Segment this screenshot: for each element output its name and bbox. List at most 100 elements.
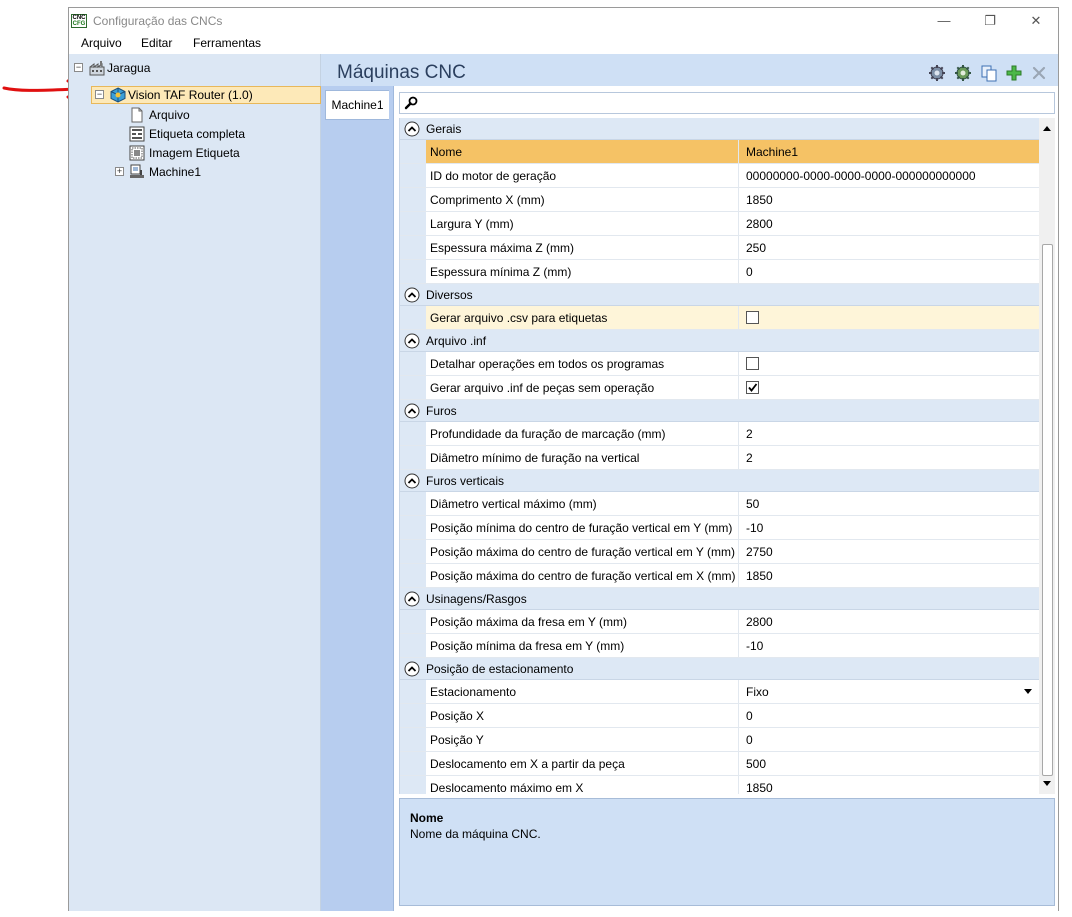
column-divider	[738, 680, 739, 703]
category-label: Furos verticais	[426, 474, 505, 488]
property-value[interactable]: 00000000-0000-0000-0000-000000000000	[746, 169, 976, 183]
category-row[interactable]: Arquivo .inf	[400, 330, 1039, 352]
scroll-down-icon[interactable]	[1043, 781, 1051, 786]
gear-refresh-icon[interactable]	[954, 64, 972, 82]
column-divider	[738, 140, 739, 163]
close-icon[interactable]	[1030, 64, 1048, 82]
property-value[interactable]: Machine1	[746, 145, 798, 159]
property-row[interactable]: Diâmetro mínimo de furação na vertical 2	[400, 446, 1039, 470]
property-value[interactable]: 1850	[746, 569, 773, 583]
label-form-icon	[129, 126, 145, 142]
property-name: Detalhar operações em todos os programas	[430, 357, 665, 371]
property-row[interactable]: Deslocamento em X a partir da peça 500	[400, 752, 1039, 776]
restore-button[interactable]: ❐	[967, 10, 1013, 32]
property-row[interactable]: ID do motor de geração 00000000-0000-0000…	[400, 164, 1039, 188]
property-value[interactable]: 0	[746, 709, 753, 723]
menu-editar[interactable]: Editar	[141, 36, 172, 50]
expand-icon[interactable]: +	[115, 167, 124, 176]
property-value[interactable]: -10	[746, 639, 763, 653]
property-value[interactable]: 2750	[746, 545, 773, 559]
property-value[interactable]: 50	[746, 497, 759, 511]
scroll-thumb[interactable]	[1042, 244, 1053, 776]
collapse-category-icon[interactable]	[404, 287, 420, 303]
category-row[interactable]: Furos	[400, 400, 1039, 422]
property-row[interactable]: Posição máxima da fresa em Y (mm) 2800	[400, 610, 1039, 634]
property-value[interactable]: 0	[746, 265, 753, 279]
property-value[interactable]: 2800	[746, 615, 773, 629]
property-row[interactable]: Gerar arquivo .inf de peças sem operação	[400, 376, 1039, 400]
property-row[interactable]: Espessura máxima Z (mm) 250	[400, 236, 1039, 260]
label-image-icon	[129, 145, 145, 161]
collapse-category-icon[interactable]	[404, 473, 420, 489]
property-value[interactable]: 250	[746, 241, 766, 255]
minimize-button[interactable]: —	[921, 10, 967, 32]
property-value[interactable]: Fixo	[746, 685, 769, 699]
property-row[interactable]: Profundidade da furação de marcação (mm)…	[400, 422, 1039, 446]
checkmark-icon	[748, 383, 758, 392]
gear-settings-icon[interactable]	[928, 64, 946, 82]
tab-machine1[interactable]: Machine1	[325, 90, 389, 120]
row-gutter	[400, 776, 426, 794]
property-row[interactable]: Diâmetro vertical máximo (mm) 50	[400, 492, 1039, 516]
property-name: Profundidade da furação de marcação (mm)	[430, 427, 666, 441]
property-value[interactable]: 500	[746, 757, 766, 771]
property-row[interactable]: Largura Y (mm) 2800	[400, 212, 1039, 236]
property-row[interactable]: Posição X 0	[400, 704, 1039, 728]
property-checkbox[interactable]	[746, 381, 759, 394]
category-row[interactable]: Posição de estacionamento	[400, 658, 1039, 680]
property-checkbox[interactable]	[746, 311, 759, 324]
copy-icon[interactable]	[980, 64, 998, 82]
collapse-icon[interactable]: −	[74, 63, 83, 72]
property-name: Estacionamento	[430, 685, 517, 699]
column-divider	[738, 446, 739, 469]
property-value[interactable]: 1850	[746, 193, 773, 207]
property-row[interactable]: Espessura mínima Z (mm) 0	[400, 260, 1039, 284]
property-value[interactable]: 2800	[746, 217, 773, 231]
app-window: CNC CFG Configuração das CNCs — ❐ ✕ Arqui…	[68, 7, 1059, 911]
vertical-scrollbar[interactable]	[1039, 118, 1055, 794]
collapse-category-icon[interactable]	[404, 333, 420, 349]
category-row[interactable]: Gerais	[400, 118, 1039, 140]
property-row[interactable]: Posição máxima do centro de furação vert…	[400, 564, 1039, 588]
property-row[interactable]: Gerar arquivo .csv para etiquetas	[400, 306, 1039, 330]
close-window-button[interactable]: ✕	[1013, 10, 1059, 32]
category-row[interactable]: Furos verticais	[400, 470, 1039, 492]
search-input[interactable]	[399, 92, 1055, 114]
collapse-category-icon[interactable]	[404, 403, 420, 419]
property-row[interactable]: Posição máxima do centro de furação vert…	[400, 540, 1039, 564]
add-icon[interactable]	[1005, 64, 1023, 82]
property-row[interactable]: Estacionamento Fixo	[400, 680, 1039, 704]
collapse-category-icon[interactable]	[404, 661, 420, 677]
property-row[interactable]: Nome Machine1	[400, 140, 1039, 164]
main-panel: Máquinas CNC Machine1 Gerais Nome Machin…	[321, 54, 1058, 911]
row-gutter	[400, 422, 426, 445]
dropdown-arrow-icon[interactable]	[1024, 689, 1032, 694]
row-gutter	[400, 352, 426, 375]
property-grid: Gerais Nome Machine1 ID do motor de geração…	[399, 118, 1039, 794]
property-row[interactable]: Posição mínima do centro de furação vert…	[400, 516, 1039, 540]
property-row[interactable]: Posição Y 0	[400, 728, 1039, 752]
menu-arquivo[interactable]: Arquivo	[81, 36, 122, 50]
menu-ferramentas[interactable]: Ferramentas	[193, 36, 261, 50]
property-row[interactable]: Detalhar operações em todos os programas	[400, 352, 1039, 376]
property-value[interactable]: 2	[746, 451, 753, 465]
category-row[interactable]: Diversos	[400, 284, 1039, 306]
category-row[interactable]: Usinagens/Rasgos	[400, 588, 1039, 610]
description-title: Nome	[410, 811, 444, 825]
row-gutter	[400, 212, 426, 235]
column-divider	[738, 212, 739, 235]
scroll-up-icon[interactable]	[1043, 126, 1051, 131]
property-row[interactable]: Comprimento X (mm) 1850	[400, 188, 1039, 212]
property-checkbox[interactable]	[746, 357, 759, 370]
app-cnc-icon: CNC CFG	[71, 14, 87, 28]
property-value[interactable]: 1850	[746, 781, 773, 794]
property-value[interactable]: 0	[746, 733, 753, 747]
collapse-icon[interactable]: −	[95, 90, 104, 99]
property-row[interactable]: Deslocamento máximo em X 1850	[400, 776, 1039, 794]
collapse-category-icon[interactable]	[404, 121, 420, 137]
property-row[interactable]: Posição mínima da fresa em Y (mm) -10	[400, 634, 1039, 658]
property-value[interactable]: 2	[746, 427, 753, 441]
row-gutter	[400, 752, 426, 775]
collapse-category-icon[interactable]	[404, 591, 420, 607]
property-value[interactable]: -10	[746, 521, 763, 535]
